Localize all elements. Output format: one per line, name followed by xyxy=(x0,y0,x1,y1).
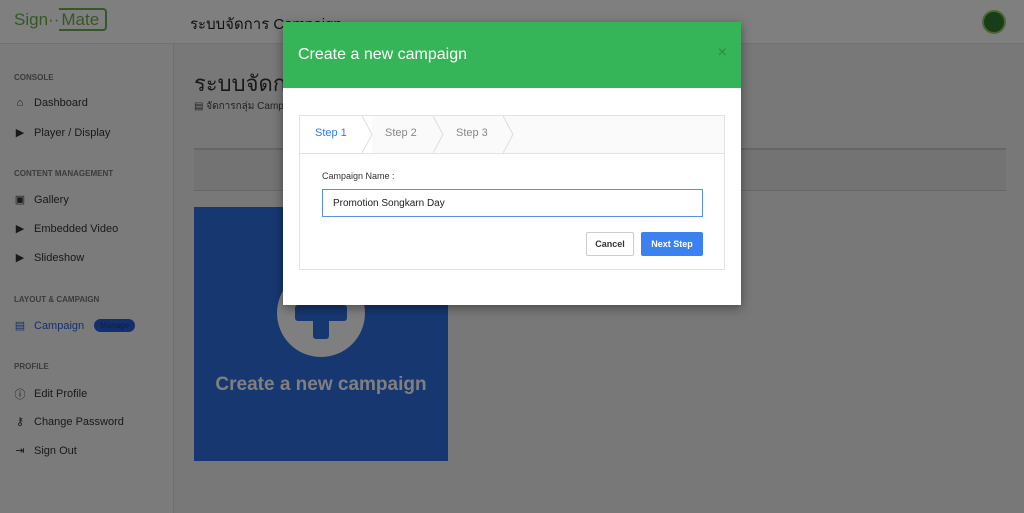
cancel-button[interactable]: Cancel xyxy=(586,232,634,256)
step-tabs: Step 1 Step 2 Step 3 xyxy=(300,116,724,154)
create-campaign-modal: Create a new campaign × Step 1 Step 2 St… xyxy=(283,22,741,305)
tab-step-3[interactable]: Step 3 xyxy=(456,127,488,139)
tab-step-2[interactable]: Step 2 xyxy=(385,127,417,139)
wizard: Step 1 Step 2 Step 3 Campaign Name : Can… xyxy=(299,115,725,270)
close-icon[interactable]: × xyxy=(718,44,727,62)
step-separator xyxy=(362,116,373,153)
tab-step-1[interactable]: Step 1 xyxy=(315,127,347,139)
campaign-name-input[interactable] xyxy=(322,189,703,217)
step-separator xyxy=(433,116,444,153)
campaign-name-label: Campaign Name : xyxy=(322,171,395,181)
modal-title: Create a new campaign xyxy=(283,22,741,88)
step-separator xyxy=(503,116,514,153)
next-step-button[interactable]: Next Step xyxy=(641,232,703,256)
